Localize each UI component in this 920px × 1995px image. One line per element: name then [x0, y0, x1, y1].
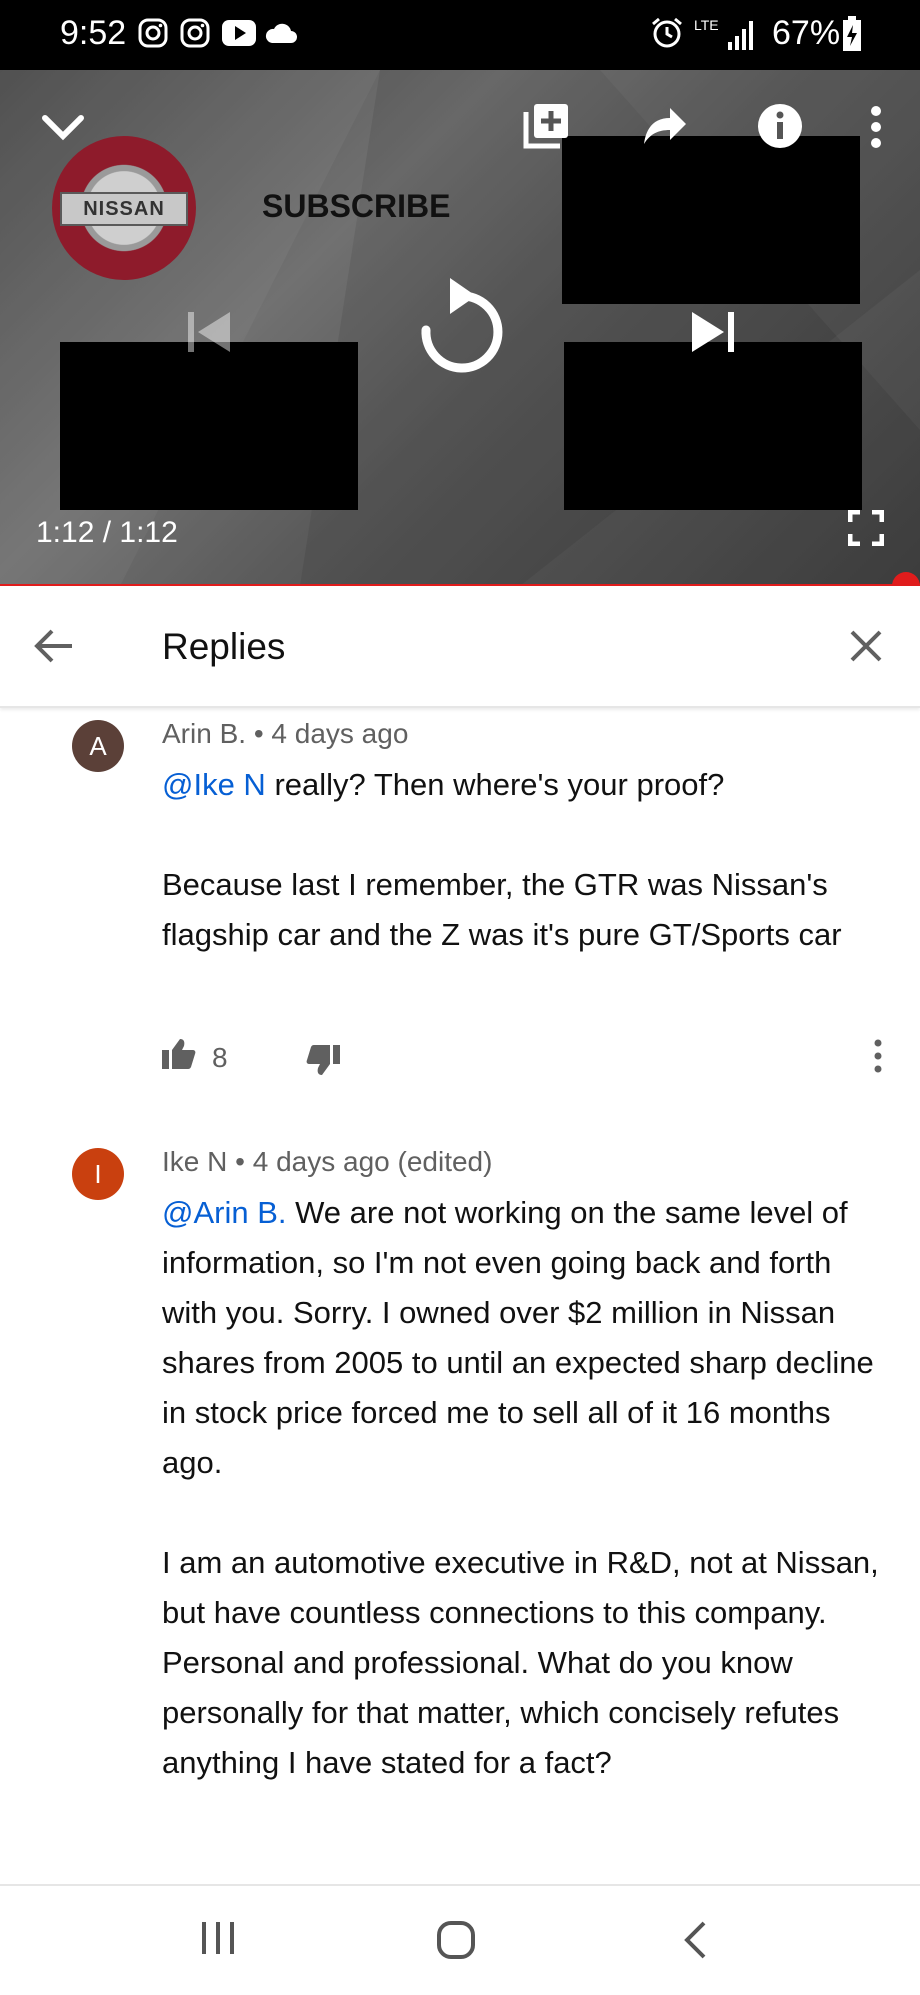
close-icon[interactable]: [848, 628, 884, 664]
end-screen-video-card[interactable]: [564, 342, 862, 510]
battery-icon: [843, 16, 861, 51]
battery-percent: 67%: [772, 14, 841, 52]
back-icon[interactable]: [682, 1920, 708, 1960]
meta-separator: •: [235, 1146, 245, 1177]
comment-text: @Ike N really? Then where's your proof? …: [162, 760, 892, 960]
meta-separator: •: [253, 718, 264, 749]
next-icon[interactable]: [690, 310, 736, 354]
comment-paragraph: Because last I remember, the GTR was Nis…: [162, 867, 842, 952]
like-icon[interactable]: [162, 1038, 196, 1070]
chevron-down-icon[interactable]: [40, 110, 86, 144]
comment-time: 4 days ago (edited): [252, 1146, 493, 1177]
cloud-icon: [265, 23, 297, 43]
home-icon[interactable]: [436, 1920, 476, 1960]
channel-logo-text: NISSAN: [60, 192, 188, 226]
arrow-back-icon[interactable]: [34, 628, 74, 664]
avatar[interactable]: A: [72, 720, 124, 772]
comment-paragraph: I am an automotive executive in R&D, not…: [162, 1545, 879, 1780]
comment-meta: Arin B. • 4 days ago: [162, 718, 408, 750]
dislike-icon[interactable]: [306, 1044, 340, 1076]
avatar[interactable]: I: [72, 1148, 124, 1200]
comment-author[interactable]: Ike N: [162, 1146, 227, 1177]
share-icon[interactable]: [642, 106, 688, 146]
recent-apps-icon[interactable]: [198, 1920, 238, 1956]
fullscreen-icon[interactable]: [848, 510, 884, 546]
add-to-playlist-icon[interactable]: [522, 100, 572, 150]
end-screen-video-card[interactable]: [562, 136, 860, 304]
mention-link[interactable]: @Arin B.: [162, 1195, 287, 1230]
signal-icon: [728, 21, 753, 50]
instagram-icon: [138, 18, 168, 48]
more-vert-icon[interactable]: [866, 104, 886, 150]
comment-text: @Arin B. We are not working on the same …: [162, 1188, 892, 1788]
comment-first-line: We are not working on the same level of …: [162, 1195, 874, 1480]
mention-link[interactable]: @Ike N: [162, 767, 266, 802]
comment-first-line: really? Then where's your proof?: [265, 767, 725, 802]
system-nav-bar: [0, 1884, 920, 1995]
more-vert-icon[interactable]: [872, 1038, 884, 1074]
like-count: 8: [212, 1042, 228, 1073]
youtube-icon: [222, 20, 256, 46]
alarm-icon: [652, 17, 682, 48]
previous-icon[interactable]: [186, 310, 232, 354]
channel-logo[interactable]: NISSAN: [52, 136, 196, 280]
video-player[interactable]: NISSAN SUBSCRIBE 1:12 / 1:12: [0, 70, 920, 586]
comment-author[interactable]: Arin B.: [162, 718, 246, 749]
instagram-icon: [180, 18, 210, 48]
info-icon[interactable]: [756, 102, 804, 150]
replies-header: Replies: [0, 586, 920, 708]
lte-label: LTE: [694, 17, 719, 33]
end-screen-video-card[interactable]: [60, 342, 358, 510]
comment-paragraph: @Ike N really? Then where's your proof?: [162, 760, 892, 810]
replay-icon[interactable]: [414, 274, 508, 378]
comment-paragraph: @Arin B. We are not working on the same …: [162, 1188, 892, 1488]
comment-time: 4 days ago: [271, 718, 409, 749]
replies-title: Replies: [162, 626, 286, 667]
status-bar: 9:52 LTE 67%: [0, 0, 920, 70]
status-time: 9:52: [60, 14, 127, 52]
playback-time: 1:12 / 1:12: [36, 516, 178, 549]
subscribe-button[interactable]: SUBSCRIBE: [262, 188, 450, 225]
comment-meta: Ike N • 4 days ago (edited): [162, 1146, 492, 1178]
